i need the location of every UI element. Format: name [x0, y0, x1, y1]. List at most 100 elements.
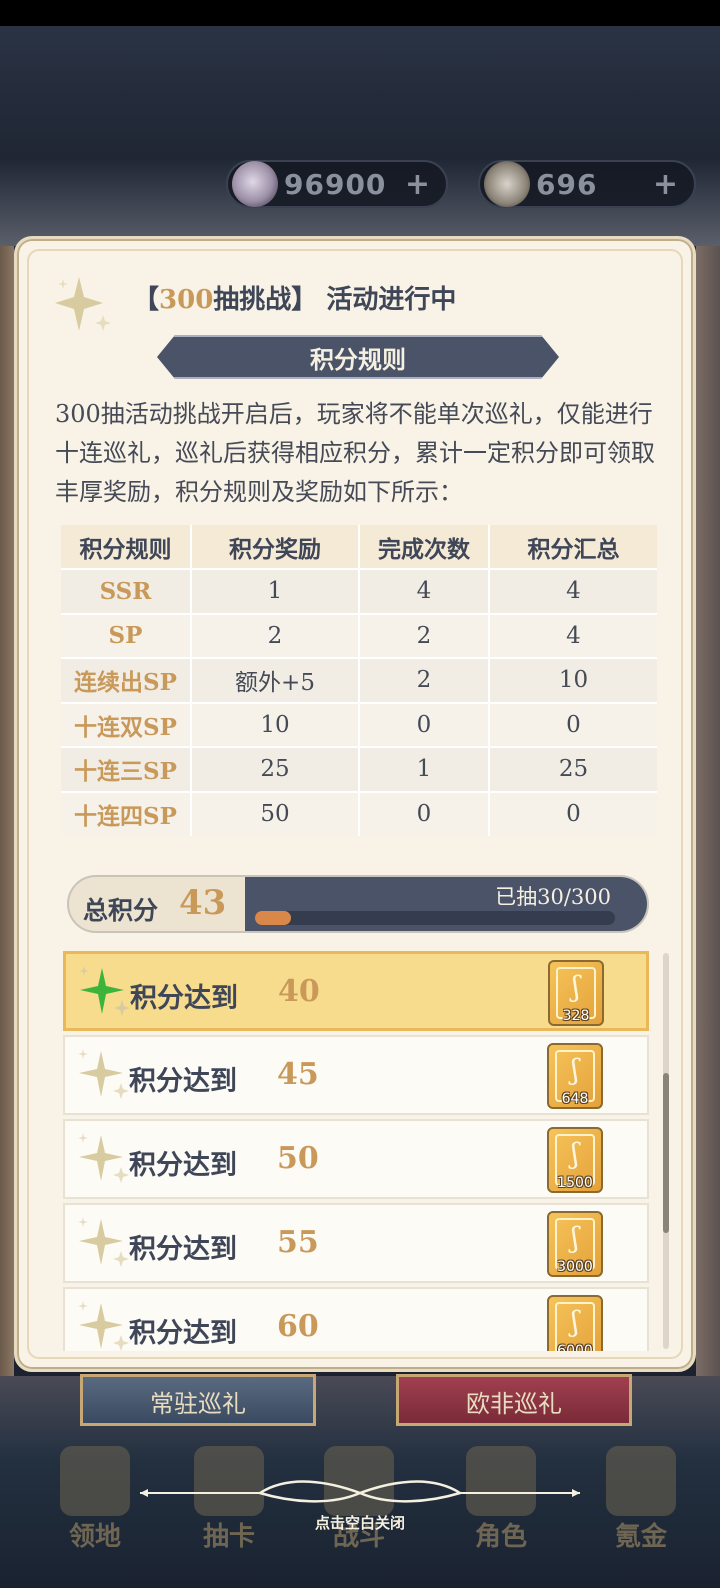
reward-threshold: 55 [277, 1225, 319, 1260]
sparkle-icon [78, 1049, 129, 1099]
nav-shop[interactable]: 氪金 [586, 1446, 696, 1556]
table-cell: 0 [359, 701, 490, 747]
reward-row[interactable]: 积分达到 50 ʃ 1500 [63, 1119, 649, 1199]
table-header: 完成次数 [359, 525, 490, 569]
add-scrolls-button[interactable]: + [653, 167, 678, 202]
title-number: 300 [159, 285, 214, 315]
reward-row[interactable]: 积分达到 40 ʃ 328 [63, 951, 649, 1031]
table-cell: 2 [359, 657, 490, 703]
table-cell: 4 [489, 612, 657, 658]
table-cell: 10 [489, 657, 657, 703]
table-cell-rule: 连续出SP [61, 657, 192, 703]
table-cell: 10 [191, 701, 360, 747]
table-cell: 0 [489, 701, 657, 747]
rules-banner: 积分规则 [157, 335, 559, 379]
table-cell: 2 [359, 612, 490, 658]
panel-title: 【300抽挑战】 活动进行中 [133, 279, 456, 316]
ticket-icon[interactable]: ʃ 6000 [547, 1295, 603, 1351]
gem-icon [232, 161, 278, 207]
reward-label: 积分达到 [130, 983, 238, 1014]
ornament-divider-icon [140, 1480, 580, 1503]
table-cell: 额外+5 [191, 657, 360, 703]
coin-chest-icon [606, 1446, 676, 1516]
table-cell: 25 [191, 746, 360, 792]
draw-progress-text: 已抽30/300 [495, 885, 611, 909]
castle-icon [60, 1446, 130, 1516]
reward-row[interactable]: 积分达到 45 ʃ 648 [63, 1035, 649, 1115]
ticket-count: 6000 [557, 1343, 593, 1351]
add-gems-button[interactable]: + [405, 167, 430, 202]
reward-threshold: 50 [277, 1141, 319, 1176]
progress-fill [255, 911, 291, 925]
title-bracket: 【 [133, 285, 160, 315]
reward-row[interactable]: 积分达到 55 ʃ 3000 [63, 1203, 649, 1283]
table-header: 积分奖励 [191, 525, 360, 569]
sparkle-icon [78, 1133, 129, 1183]
ticket-count: 1500 [557, 1175, 593, 1191]
currency-gems-value: 96900 [284, 167, 387, 201]
banner-event-label: 欧非巡礼 [466, 1390, 562, 1418]
background-right [696, 246, 720, 1376]
ticket-icon[interactable]: ʃ 1500 [547, 1127, 603, 1193]
table-cell: 0 [359, 790, 490, 836]
banner-standard-label: 常驻巡礼 [150, 1390, 246, 1418]
table-cell: 50 [191, 790, 360, 836]
table-cell-rule: 十连四SP [61, 790, 192, 836]
reward-threshold: 45 [277, 1057, 319, 1092]
background-left [0, 246, 14, 1376]
rules-banner-label: 积分规则 [310, 344, 406, 374]
table-cell: 4 [359, 568, 490, 614]
ticket-count: 328 [562, 1008, 590, 1024]
table-row: 十连三SP 25 1 25 [61, 746, 657, 792]
table-cell-rule: SP [61, 612, 192, 658]
table-header: 积分汇总 [489, 525, 657, 569]
table-row: 连续出SP 额外+5 2 10 [61, 657, 657, 703]
reward-scrollbar[interactable] [663, 953, 669, 1349]
draw-progress: 已抽30/300 [245, 877, 647, 931]
table-cell: 2 [191, 612, 360, 658]
sparkle-icon [78, 1301, 129, 1351]
banner-event[interactable]: 欧非巡礼 [396, 1374, 632, 1426]
scroll-icon [484, 161, 530, 207]
table-header-row: 积分规则 积分奖励 完成次数 积分汇总 [61, 525, 657, 569]
challenge-panel: 【300抽挑战】 活动进行中 积分规则 300抽活动挑战开启后，玩家将不能单次巡… [14, 236, 696, 1372]
ticket-count: 3000 [557, 1259, 593, 1275]
close-hint[interactable]: 点击空白关闭 [0, 1512, 720, 1533]
reward-threshold: 60 [277, 1309, 319, 1344]
rules-table: 积分规则 积分奖励 完成次数 积分汇总 SSR 1 4 4 SP 2 2 4 连… [61, 525, 657, 836]
table-row: 十连四SP 50 0 0 [61, 790, 657, 836]
progress-track [255, 911, 615, 925]
table-header: 积分规则 [61, 525, 192, 569]
reward-label: 积分达到 [129, 1318, 237, 1349]
table-row: SSR 1 4 4 [61, 568, 657, 614]
ticket-icon[interactable]: ʃ 3000 [547, 1211, 603, 1277]
ticket-icon[interactable]: ʃ 648 [547, 1043, 603, 1109]
banner-standard[interactable]: 常驻巡礼 [80, 1374, 316, 1426]
table-cell-rule: 十连双SP [61, 701, 192, 747]
total-points-label: 总积分 [83, 896, 159, 925]
currency-gems: 96900 + [226, 160, 448, 208]
reward-label: 积分达到 [129, 1150, 237, 1181]
table-cell: 0 [489, 790, 657, 836]
reward-list[interactable]: 积分达到 40 ʃ 328 积分达到 45 ʃ 648 积分达到 50 ʃ 15… [63, 951, 649, 1351]
sparkle-icon [78, 1217, 129, 1267]
currency-scrolls-value: 696 [536, 167, 598, 201]
table-row: SP 2 2 4 [61, 612, 657, 658]
nav-territory[interactable]: 领地 [40, 1446, 150, 1556]
reward-label: 积分达到 [129, 1234, 237, 1265]
table-cell-rule: SSR [61, 568, 192, 614]
rules-description: 300抽活动挑战开启后，玩家将不能单次巡礼，仅能进行十连巡礼，巡礼后获得相应积分… [55, 400, 655, 506]
status-bar [0, 0, 720, 26]
table-cell: 1 [359, 746, 490, 792]
reward-label: 积分达到 [129, 1066, 237, 1097]
ticket-icon[interactable]: ʃ 328 [548, 960, 604, 1026]
table-cell: 4 [489, 568, 657, 614]
title-text: 抽挑战】 活动进行中 [213, 285, 457, 315]
reward-row[interactable]: 积分达到 60 ʃ 6000 [63, 1287, 649, 1351]
total-points-value: 43 [179, 883, 227, 923]
background-top [0, 26, 720, 246]
sparkle-icon [55, 277, 111, 331]
reward-scrollbar-thumb[interactable] [663, 1073, 669, 1233]
table-cell: 25 [489, 746, 657, 792]
sparkle-active-icon [79, 966, 130, 1016]
